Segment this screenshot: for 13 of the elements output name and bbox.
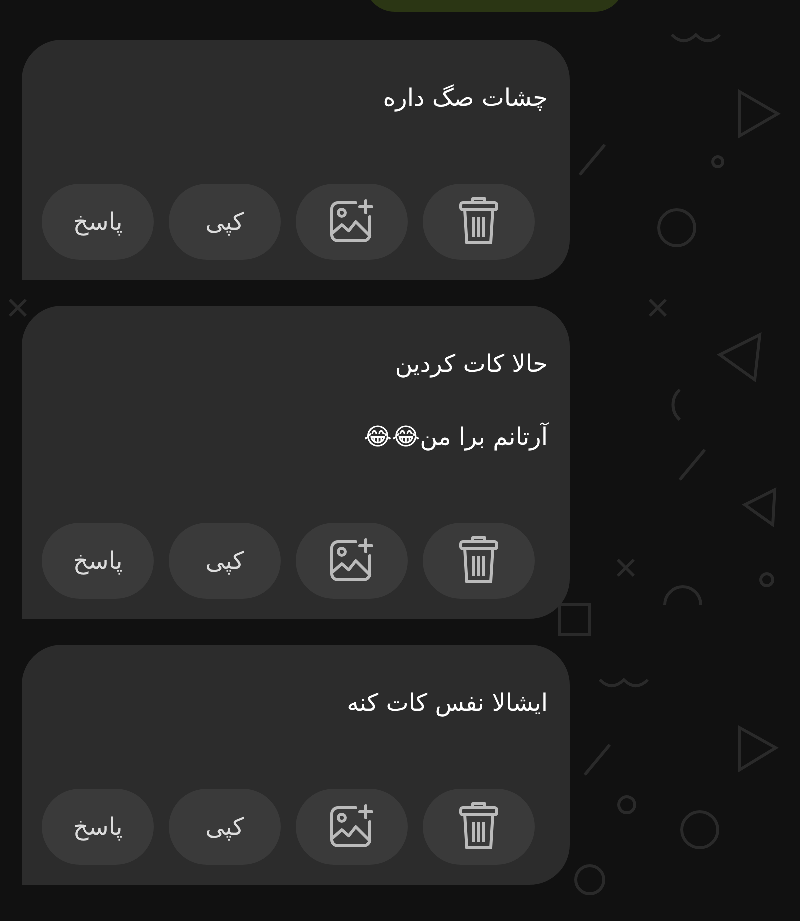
message-text: آرتانم برا من😂😂	[363, 422, 550, 453]
trash-icon	[459, 536, 499, 586]
trash-icon	[459, 802, 499, 852]
copy-button[interactable]: کپی	[169, 184, 281, 260]
message-text: چشات صگ داره	[382, 83, 549, 114]
message-text: ایشالا نفس کات کنه	[346, 688, 549, 719]
message-text: حالا کات کردین	[394, 349, 549, 380]
reply-button[interactable]: پاسخ	[42, 789, 154, 865]
reply-button[interactable]: پاسخ	[42, 523, 154, 599]
copy-button[interactable]: کپی	[169, 523, 281, 599]
reply-button[interactable]: پاسخ	[42, 184, 154, 260]
trash-icon	[459, 197, 499, 247]
copy-button[interactable]: کپی	[169, 789, 281, 865]
